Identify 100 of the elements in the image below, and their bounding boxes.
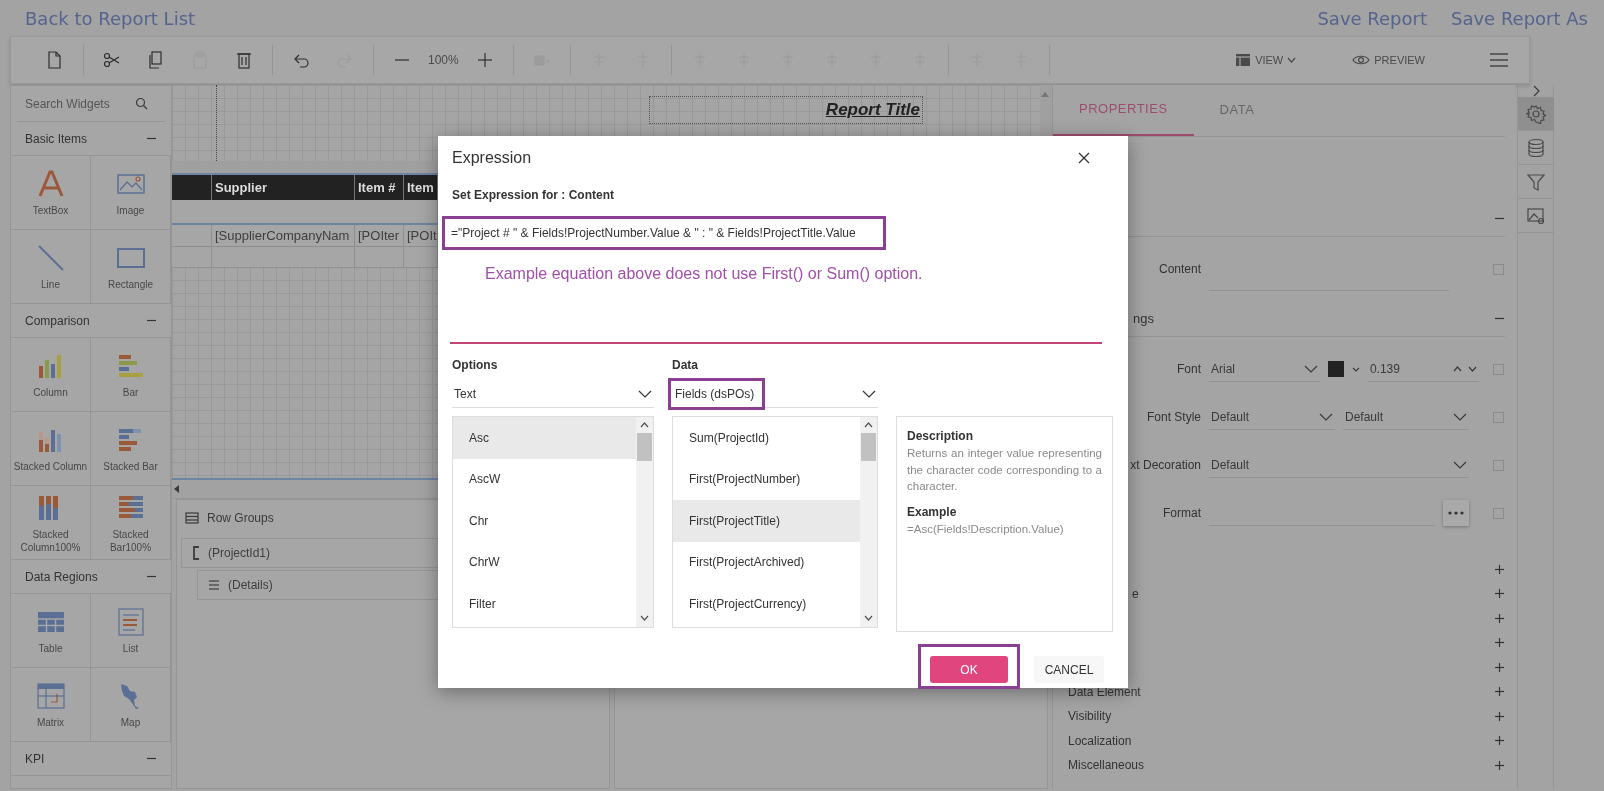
select-dropdown[interactable]: Default — [1209, 404, 1335, 430]
section-title: e — [1132, 585, 1139, 603]
dialog-title: Expression — [452, 148, 532, 168]
list-item[interactable]: Asc — [453, 417, 636, 459]
ok-button[interactable]: OK — [930, 656, 1008, 683]
chevron-down-icon — [1453, 460, 1467, 469]
list-item[interactable]: AscW — [453, 458, 636, 500]
panel-title: Row Groups — [207, 510, 274, 527]
description-title: Description — [907, 428, 974, 445]
image-settings-icon — [1525, 205, 1546, 226]
scissors-icon — [102, 50, 122, 70]
widget-tile[interactable]: Line — [11, 230, 91, 304]
widget-tile[interactable]: Stacked Column100% — [11, 486, 91, 560]
settings-icon — [1525, 103, 1546, 124]
chevron-down-icon — [1319, 412, 1333, 421]
widget-tile[interactable]: Matrix — [11, 668, 91, 742]
eye-icon — [1352, 54, 1371, 66]
section-title: KPI — [25, 750, 45, 768]
chevron-down-icon — [1304, 364, 1319, 373]
panel-tab[interactable]: DATA — [1193, 85, 1281, 136]
expand-icon[interactable] — [1494, 588, 1505, 600]
list-item[interactable]: Sum(ProjectId) — [673, 417, 860, 459]
expression-field[interactable]: ="Project # " & Fields!ProjectNumber.Value & " : " & Fields!ProjectTitle.Value — [442, 216, 886, 250]
more-icon — [1448, 511, 1464, 515]
widget-tile[interactable]: List — [91, 594, 171, 668]
filter-icon — [1525, 171, 1546, 192]
options-dropdown[interactable]: Text — [452, 380, 654, 408]
widget-tile[interactable]: Image — [91, 156, 171, 230]
expand-icon[interactable] — [1494, 759, 1505, 771]
widget-tile[interactable]: TextBox — [11, 156, 91, 230]
list-item[interactable]: First(ProjectTitle) — [673, 500, 860, 542]
layout-icon — [1235, 53, 1252, 67]
details-icon — [208, 580, 220, 590]
column-label: Data — [672, 357, 699, 374]
description-text: Returns an integer value representing the character code corresponding to a character. — [907, 446, 1102, 495]
font-dropdown[interactable]: Arial — [1209, 356, 1321, 382]
color-swatch[interactable] — [1328, 361, 1344, 377]
scrollbar[interactable] — [636, 417, 653, 627]
scrollbar[interactable] — [860, 417, 877, 627]
preview-button[interactable]: PREVIEW — [1348, 49, 1429, 71]
widget-tile[interactable]: Map — [91, 668, 171, 742]
list-item[interactable]: First(ProjectArchived) — [673, 541, 860, 583]
report-title[interactable]: Report Title — [649, 97, 922, 123]
expand-icon[interactable] — [1494, 710, 1505, 722]
widget-tile[interactable]: Rectangle — [91, 230, 171, 304]
expand-icon[interactable] — [1494, 735, 1505, 747]
table-cell: [SupplierCompanyNam — [212, 225, 355, 247]
widget-tile[interactable]: Column — [11, 338, 91, 412]
save-link[interactable]: Save Report — [1317, 4, 1427, 32]
view-button[interactable]: VIEW — [1231, 49, 1301, 71]
list-item[interactable]: First(ProjectNumber) — [673, 458, 860, 500]
section-title: Basic Items — [25, 130, 87, 148]
expand-icon[interactable] — [1494, 563, 1505, 575]
checkbox[interactable] — [1493, 411, 1504, 423]
widget-tile[interactable]: Stacked Bar — [91, 412, 171, 486]
side-tool-button[interactable] — [1517, 97, 1554, 131]
caret-icon — [1287, 57, 1297, 63]
search-icon[interactable] — [135, 97, 148, 110]
scroll-left-icon[interactable] — [172, 484, 182, 494]
list-item[interactable]: First(ProjectCurrency) — [673, 583, 860, 625]
select-dropdown[interactable]: Default — [1343, 404, 1469, 430]
back-link[interactable]: Back to Report List — [25, 4, 196, 32]
more-button[interactable] — [1443, 500, 1469, 526]
checkbox[interactable] — [1493, 263, 1504, 275]
bracket-icon — [192, 546, 200, 560]
widget-tile[interactable]: Table — [11, 594, 91, 668]
widget-tile[interactable]: Bar — [91, 338, 171, 412]
zoom-in-icon — [477, 53, 492, 67]
cancel-button[interactable]: CANCEL — [1034, 656, 1104, 683]
table-header-cell: Item # — [355, 175, 404, 200]
checkbox[interactable] — [1493, 507, 1504, 519]
widget-tile[interactable]: Stacked Bar100% — [91, 486, 171, 560]
column-label: Options — [452, 357, 499, 374]
size-spinner[interactable]: 0.139 — [1367, 356, 1479, 382]
section-title: Localization — [1068, 732, 1132, 750]
expand-panel-icon[interactable] — [1531, 85, 1540, 97]
table-cell: [POIt — [404, 225, 438, 247]
search-field[interactable]: Search Widgets — [25, 94, 135, 113]
example-text: =Asc(Fields!Description.Value) — [907, 522, 1065, 537]
dialog-subtitle: Set Expression for : Content — [452, 187, 616, 204]
matrix-icon — [34, 680, 67, 712]
expand-icon[interactable] — [1494, 612, 1505, 624]
select-dropdown[interactable]: Default — [1209, 452, 1469, 478]
section-title: Comparison — [25, 312, 90, 330]
section-title: Miscellaneous — [1068, 757, 1145, 775]
expand-icon[interactable] — [1494, 637, 1505, 649]
widget-tile[interactable]: Stacked Column — [11, 412, 91, 486]
expand-icon[interactable] — [1494, 661, 1505, 673]
table-header-cell — [172, 175, 212, 200]
table-cell: [POIter — [355, 225, 404, 247]
row-groups-icon — [185, 512, 199, 524]
save-link[interactable]: Save Report As — [1451, 4, 1588, 32]
annotation-text: Example equation above does not use First() or Sum() option. — [485, 264, 924, 284]
expand-icon[interactable] — [1494, 686, 1505, 698]
zoom-level: 100% — [427, 52, 460, 69]
checkbox[interactable] — [1493, 459, 1504, 471]
close-icon[interactable] — [1078, 152, 1090, 164]
example-title: Example — [907, 504, 958, 521]
caret-icon[interactable] — [1351, 366, 1360, 372]
checkbox[interactable] — [1493, 363, 1504, 375]
